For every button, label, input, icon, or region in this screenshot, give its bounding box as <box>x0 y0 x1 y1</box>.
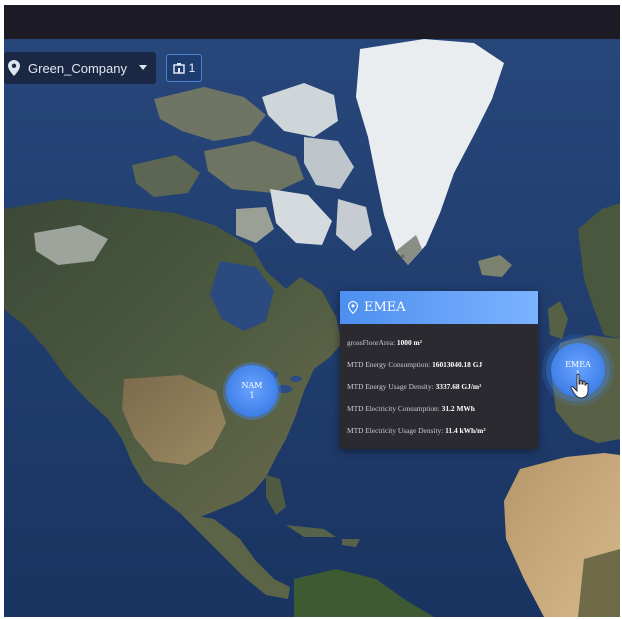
cluster-name: EMEA <box>565 359 591 369</box>
row-label: grossFloorArea: <box>347 338 396 347</box>
tooltip-header: EMEA <box>340 291 538 324</box>
hand-pointer-icon <box>570 373 589 399</box>
building-icon <box>172 63 185 74</box>
row-value: 3337.68 GJ/m² <box>435 382 482 391</box>
tooltip-row-electricity-density: MTD Electricity Usage Density: 11.4 kWh/… <box>347 420 531 442</box>
row-value: 16013040.18 GJ <box>432 360 483 369</box>
top-bar <box>4 5 620 39</box>
location-pin-icon <box>348 301 358 314</box>
row-label: MTD Energy Usage Density: <box>347 382 434 391</box>
tooltip-title: EMEA <box>364 300 406 315</box>
cluster-marker-nam[interactable]: NAM 1 <box>226 365 278 417</box>
company-select-value: Green_Company <box>28 60 127 76</box>
company-select[interactable]: Green_Company <box>4 52 156 84</box>
west-africa <box>578 549 620 617</box>
building-count: 1 <box>188 61 196 75</box>
app-frame: Nuuk Green_Company 1 NAM 1 EMEA 1 <box>4 5 620 617</box>
building-count-button[interactable]: 1 <box>166 54 202 82</box>
tooltip-row-energy-consumption: MTD Energy Consumption: 16013040.18 GJ <box>347 354 531 376</box>
location-pin-icon <box>8 60 20 76</box>
map-label-nuuk: Nuuk <box>392 254 405 260</box>
row-label: MTD Electricity Consumption: <box>347 404 440 413</box>
tooltip-row-floor-area: grossFloorArea: 1000 m² <box>347 332 531 354</box>
row-label: MTD Electricity Usage Density: <box>347 426 444 435</box>
region-tooltip: EMEA grossFloorArea: 1000 m² MTD Energy … <box>340 291 538 449</box>
cluster-count: 1 <box>249 391 255 400</box>
row-label: MTD Energy Consumption: <box>347 360 431 369</box>
tooltip-row-energy-density: MTD Energy Usage Density: 3337.68 GJ/m² <box>347 376 531 398</box>
chevron-down-icon <box>139 65 147 70</box>
row-value: 1000 m² <box>396 338 422 347</box>
row-value: 31.2 MWh <box>441 404 475 413</box>
row-value: 11.4 kWh/m² <box>445 426 486 435</box>
tooltip-row-electricity-consumption: MTD Electricity Consumption: 31.2 MWh <box>347 398 531 420</box>
cluster-name: NAM <box>241 380 263 390</box>
